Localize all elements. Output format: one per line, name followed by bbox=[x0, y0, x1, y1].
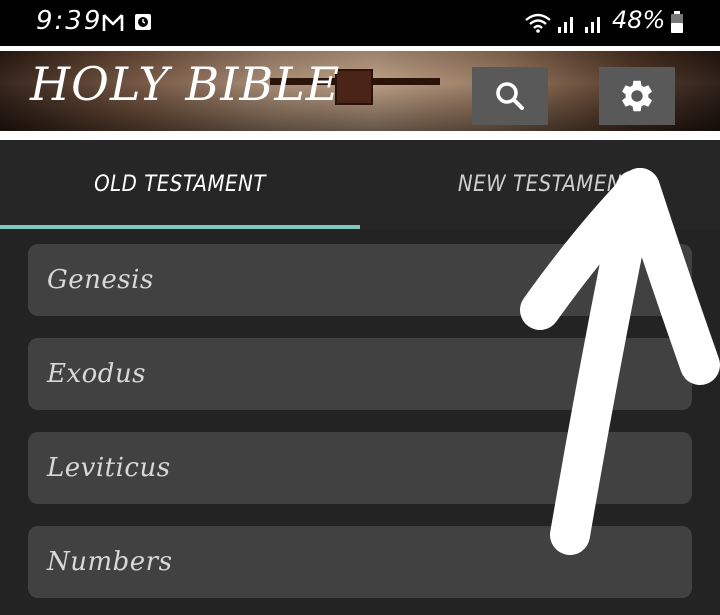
battery-percent: 48% bbox=[612, 6, 666, 34]
book-list: Genesis Exodus Leviticus Numbers bbox=[0, 230, 720, 615]
list-item-genesis[interactable]: Genesis bbox=[28, 244, 692, 316]
clock-icon bbox=[135, 14, 151, 30]
tab-new-testament[interactable]: NEW TESTAMEN bbox=[360, 140, 720, 228]
header-banner: HOLY BIBLE bbox=[0, 51, 720, 131]
tab-selected-indicator bbox=[0, 225, 360, 229]
app-header: HOLY BIBLE bbox=[0, 46, 720, 140]
gmail-icon bbox=[102, 14, 124, 31]
tab-old-testament[interactable]: OLD TESTAMENT bbox=[0, 140, 360, 228]
cross-image-center bbox=[335, 69, 373, 105]
search-button[interactable] bbox=[472, 67, 548, 125]
signal-icon bbox=[585, 17, 600, 33]
status-time: 9:39 bbox=[36, 6, 103, 36]
search-icon bbox=[496, 82, 524, 110]
settings-button[interactable] bbox=[599, 67, 675, 125]
battery-icon bbox=[671, 11, 683, 33]
signal-icon bbox=[558, 17, 573, 33]
book-label: Genesis bbox=[47, 265, 154, 295]
gear-icon bbox=[622, 80, 652, 112]
status-bar: 9:39 48% bbox=[0, 0, 720, 46]
book-label: Numbers bbox=[47, 547, 173, 577]
testament-tabs: OLD TESTAMENT NEW TESTAMEN bbox=[0, 140, 720, 230]
wifi-icon bbox=[525, 13, 551, 33]
list-item-exodus[interactable]: Exodus bbox=[28, 338, 692, 410]
app-title: HOLY BIBLE bbox=[30, 57, 341, 111]
list-item-leviticus[interactable]: Leviticus bbox=[28, 432, 692, 504]
list-item-numbers[interactable]: Numbers bbox=[28, 526, 692, 598]
book-label: Leviticus bbox=[47, 453, 171, 483]
book-label: Exodus bbox=[47, 359, 147, 389]
